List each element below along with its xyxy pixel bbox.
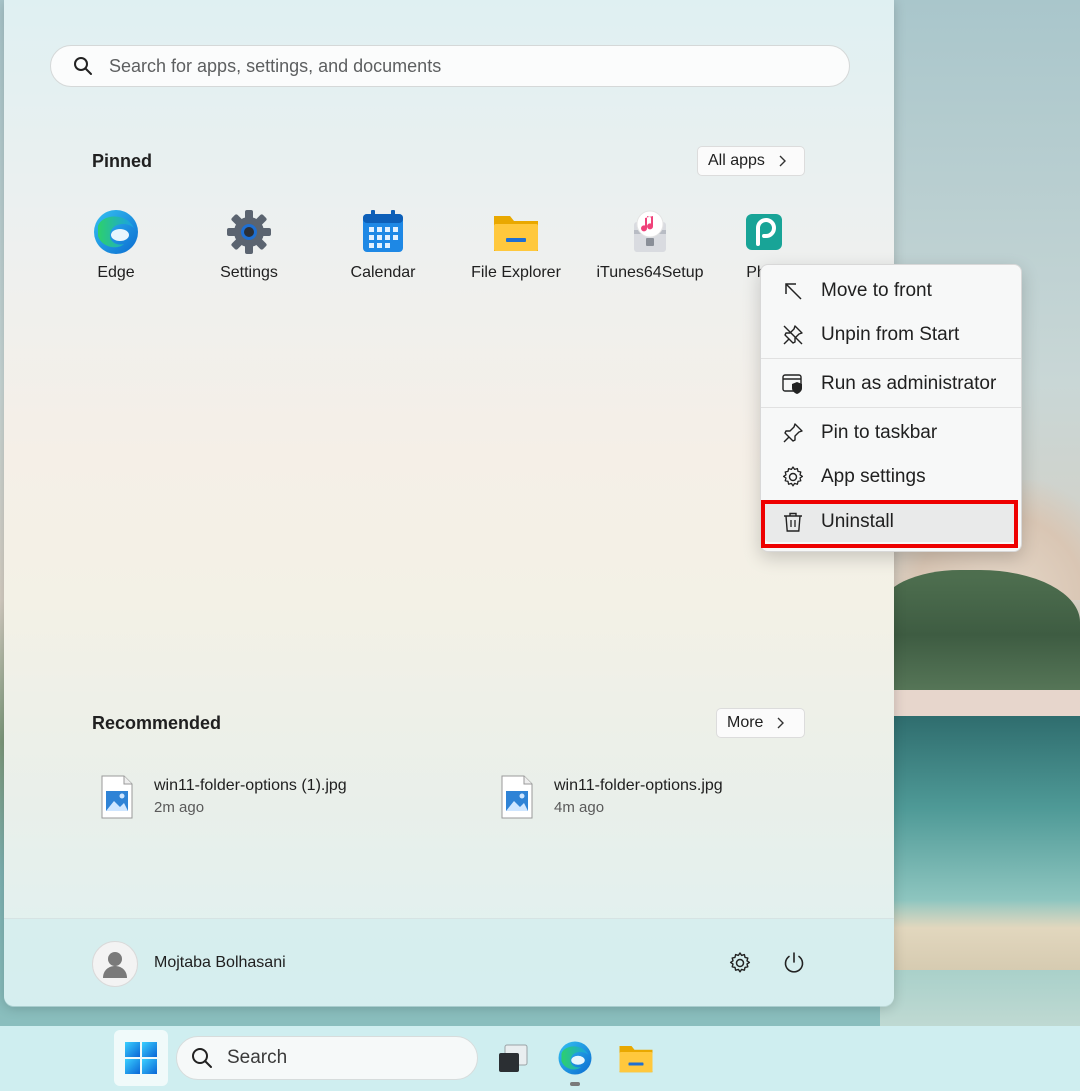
pinned-app-settings[interactable]: Settings bbox=[189, 208, 309, 294]
shield-window-icon bbox=[781, 372, 805, 396]
running-indicator bbox=[570, 1082, 580, 1086]
menu-separator bbox=[761, 358, 1021, 359]
edge-icon bbox=[558, 1041, 592, 1075]
task-view-button[interactable] bbox=[494, 1038, 534, 1078]
chevron-right-icon bbox=[777, 155, 787, 167]
app-label: Calendar bbox=[350, 264, 416, 281]
pinned-app-calendar[interactable]: Calendar bbox=[323, 208, 443, 294]
arrow-up-left-icon bbox=[781, 279, 805, 303]
start-footer: Mojtaba Bolhasani bbox=[4, 918, 894, 1007]
start-search-placeholder: Search for apps, settings, and documents bbox=[109, 55, 442, 76]
app-label: File Explorer bbox=[471, 264, 561, 281]
unpin-icon bbox=[781, 323, 805, 347]
pin-icon bbox=[781, 421, 805, 445]
start-button[interactable] bbox=[114, 1030, 168, 1086]
pinned-app-itunes64setup[interactable]: iTunes64Setup bbox=[590, 208, 710, 294]
app-label: iTunes64Setup bbox=[596, 264, 704, 281]
more-button[interactable]: More bbox=[716, 708, 805, 738]
gear-icon bbox=[781, 465, 805, 489]
itunes-setup-icon bbox=[626, 208, 674, 256]
pinned-app-edge[interactable]: Edge bbox=[56, 208, 176, 294]
image-file-icon bbox=[501, 775, 533, 819]
folder-icon bbox=[492, 208, 540, 256]
menu-item-run-as-administrator[interactable]: Run as administrator bbox=[765, 364, 1017, 404]
task-view-icon bbox=[499, 1044, 528, 1072]
app-label: Settings bbox=[220, 264, 278, 281]
menu-item-label: Unpin from Start bbox=[821, 324, 960, 345]
recommended-item[interactable]: win11-folder-options (1).jpg 2m ago bbox=[100, 775, 347, 819]
gear-icon bbox=[729, 952, 751, 973]
recommended-title: Recommended bbox=[92, 713, 222, 733]
all-apps-button[interactable]: All apps bbox=[697, 146, 805, 176]
menu-item-app-settings[interactable]: App settings bbox=[765, 457, 1017, 497]
recommended-item-time: 2m ago bbox=[154, 799, 205, 816]
taskbar-search-placeholder: Search bbox=[227, 1047, 288, 1068]
recommended-item-time: 4m ago bbox=[554, 799, 605, 816]
app-label: Edge bbox=[97, 264, 135, 281]
user-name: Mojtaba Bolhasani bbox=[154, 954, 286, 971]
file-explorer-icon bbox=[619, 1046, 653, 1073]
power-button[interactable] bbox=[780, 949, 808, 977]
menu-item-move-to-front[interactable]: Move to front bbox=[765, 271, 1017, 311]
wallpaper-water bbox=[880, 716, 1080, 1026]
taskbar-search-input[interactable]: Search bbox=[176, 1036, 478, 1080]
menu-item-pin-to-taskbar[interactable]: Pin to taskbar bbox=[765, 413, 1017, 453]
all-apps-label: All apps bbox=[708, 152, 765, 169]
menu-item-label: Run as administrator bbox=[821, 373, 997, 394]
search-icon bbox=[191, 1047, 213, 1069]
power-icon bbox=[784, 952, 804, 973]
more-label: More bbox=[727, 714, 764, 731]
calendar-icon bbox=[359, 208, 407, 256]
user-icon bbox=[103, 952, 127, 978]
image-file-icon bbox=[101, 775, 133, 819]
windows-start-icon bbox=[125, 1042, 157, 1074]
wallpaper-trees bbox=[880, 570, 1080, 700]
recommended-item[interactable]: win11-folder-options.jpg 4m ago bbox=[500, 775, 723, 819]
search-icon bbox=[73, 56, 93, 76]
taskbar: Search bbox=[0, 1026, 1080, 1091]
wallpaper-grass bbox=[880, 900, 1080, 970]
menu-item-unpin-from-start[interactable]: Unpin from Start bbox=[765, 315, 1017, 355]
settings-button[interactable] bbox=[726, 949, 754, 977]
recommended-item-name: win11-folder-options.jpg bbox=[554, 777, 723, 794]
pinned-title: Pinned bbox=[92, 151, 153, 171]
recommended-item-name: win11-folder-options (1).jpg bbox=[154, 777, 347, 794]
menu-item-label: Pin to taskbar bbox=[821, 422, 938, 443]
taskbar-file-explorer-button[interactable] bbox=[616, 1038, 656, 1078]
photopea-icon bbox=[740, 208, 788, 256]
pinned-app-file-explorer[interactable]: File Explorer bbox=[456, 208, 576, 294]
edge-icon bbox=[92, 208, 140, 256]
settings-gear-icon bbox=[225, 208, 273, 256]
uninstall-highlight-frame bbox=[761, 500, 1018, 548]
user-avatar[interactable] bbox=[92, 941, 138, 987]
menu-item-label: Move to front bbox=[821, 280, 932, 301]
menu-item-label: App settings bbox=[821, 466, 926, 487]
taskbar-edge-button[interactable] bbox=[555, 1038, 595, 1078]
menu-separator bbox=[761, 407, 1021, 408]
start-search-input[interactable]: Search for apps, settings, and documents bbox=[50, 45, 850, 87]
chevron-right-icon bbox=[775, 717, 785, 729]
